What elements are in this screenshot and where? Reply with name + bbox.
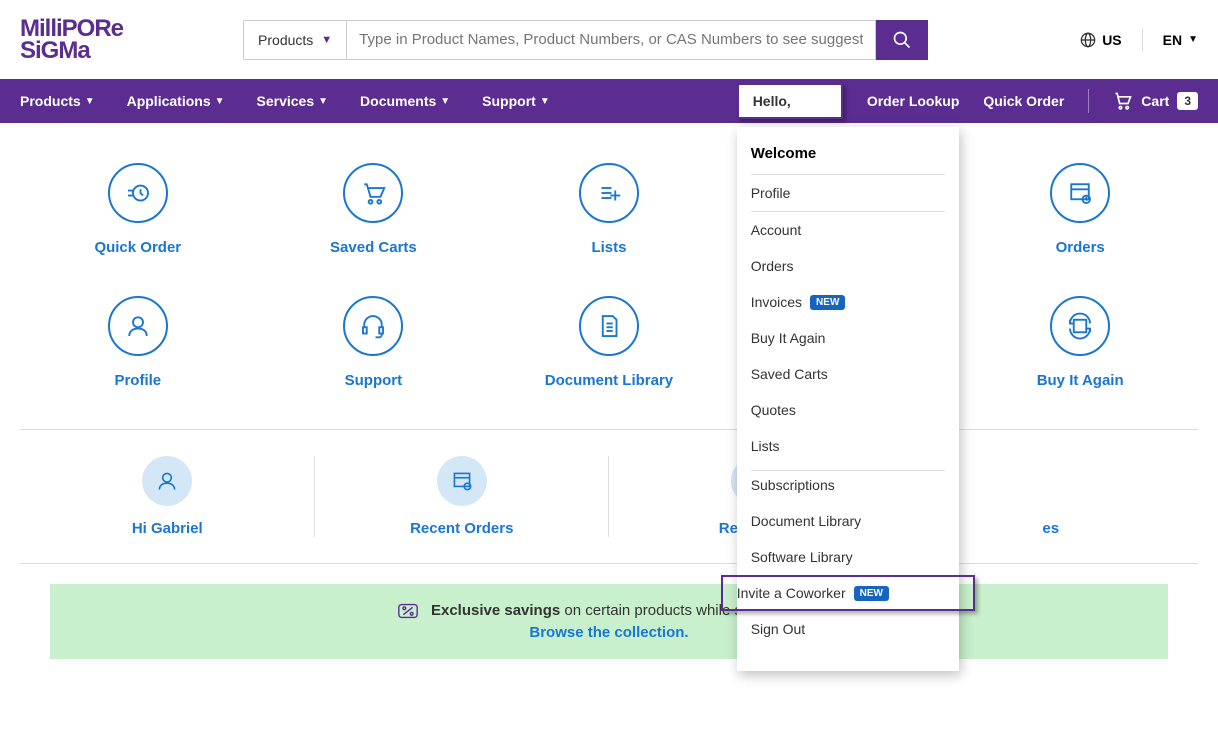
orders-icon bbox=[1050, 163, 1110, 223]
search-bar: Products ▼ bbox=[243, 20, 928, 60]
tile-label: Quick Order bbox=[94, 239, 181, 256]
cart-count-badge: 3 bbox=[1177, 92, 1198, 110]
dropdown-welcome: Welcome bbox=[751, 145, 945, 175]
tile-profile[interactable]: Profile bbox=[53, 296, 223, 389]
dropdown-doc-library[interactable]: Document Library bbox=[751, 503, 945, 539]
search-button[interactable] bbox=[876, 20, 928, 60]
chevron-down-icon: ▼ bbox=[321, 34, 332, 46]
tile-label: Lists bbox=[591, 239, 626, 256]
dropdown-subscriptions[interactable]: Subscriptions bbox=[751, 470, 945, 503]
recent-orders-icon bbox=[437, 456, 487, 506]
main-content: Quick Order Saved Carts Lists Orders Pro… bbox=[0, 123, 1218, 389]
headset-icon bbox=[343, 296, 403, 356]
nav-right: Hello, Welcome Profile Account Orders In… bbox=[737, 83, 1198, 119]
dropdown-account[interactable]: Account bbox=[751, 212, 945, 248]
dropdown-lists[interactable]: Lists bbox=[751, 428, 945, 464]
tile-label: Profile bbox=[114, 372, 161, 389]
hello-label: Hello, bbox=[753, 93, 791, 109]
tile-label: Document Library bbox=[545, 372, 673, 389]
bottom-row: Hi Gabriel Recent Orders $ Recent Qu es bbox=[0, 430, 1218, 563]
tile-saved-carts[interactable]: Saved Carts bbox=[288, 163, 458, 256]
buy-again-icon bbox=[1050, 296, 1110, 356]
bottom-label: es bbox=[1042, 520, 1059, 537]
tile-support[interactable]: Support bbox=[288, 296, 458, 389]
nav-left: Products▼ Applications▼ Services▼ Docume… bbox=[20, 93, 550, 109]
tile-label: Saved Carts bbox=[330, 239, 417, 256]
chevron-down-icon: ▼ bbox=[318, 96, 328, 107]
dropdown-quotes[interactable]: Quotes bbox=[751, 392, 945, 428]
banner-bold: Exclusive savings bbox=[431, 602, 560, 619]
language-selector[interactable]: EN ▼ bbox=[1163, 32, 1198, 48]
banner-text: Exclusive savings on certain products wh… bbox=[68, 602, 1150, 620]
list-icon bbox=[579, 163, 639, 223]
cart-icon bbox=[343, 163, 403, 223]
tile-label: Support bbox=[345, 372, 403, 389]
tile-quick-order[interactable]: Quick Order bbox=[53, 163, 223, 256]
nav-support[interactable]: Support▼ bbox=[482, 93, 550, 109]
cart-label: Cart bbox=[1141, 93, 1169, 109]
search-icon bbox=[892, 30, 912, 50]
header: MilliPORe SiGMa Products ▼ US EN ▼ bbox=[0, 0, 1218, 79]
search-category-dropdown[interactable]: Products ▼ bbox=[243, 20, 346, 60]
banner-link[interactable]: Browse the collection. bbox=[68, 624, 1150, 641]
chevron-down-icon: ▼ bbox=[1188, 34, 1198, 45]
nav-products[interactable]: Products▼ bbox=[20, 93, 95, 109]
nav-order-lookup[interactable]: Order Lookup bbox=[867, 93, 960, 109]
search-input[interactable] bbox=[346, 20, 876, 60]
quick-order-icon bbox=[108, 163, 168, 223]
new-badge: NEW bbox=[854, 586, 889, 601]
country-label: US bbox=[1102, 32, 1121, 48]
profile-icon bbox=[108, 296, 168, 356]
chevron-down-icon: ▼ bbox=[85, 96, 95, 107]
document-icon bbox=[579, 296, 639, 356]
tile-label: Buy It Again bbox=[1037, 372, 1124, 389]
dropdown-software-library[interactable]: Software Library bbox=[751, 539, 945, 575]
tile-row-2: Profile Support Document Library Buy It … bbox=[20, 296, 1198, 389]
dropdown-sign-out[interactable]: Sign Out bbox=[751, 611, 945, 647]
tile-label: Orders bbox=[1056, 239, 1105, 256]
locale-selector: US EN ▼ bbox=[1080, 28, 1198, 52]
tile-row-1: Quick Order Saved Carts Lists Orders bbox=[20, 163, 1198, 256]
chevron-down-icon: ▼ bbox=[440, 96, 450, 107]
tile-buy-again[interactable]: Buy It Again bbox=[995, 296, 1165, 389]
bottom-label: Hi Gabriel bbox=[132, 520, 203, 537]
divider bbox=[1142, 28, 1143, 52]
nav-applications[interactable]: Applications▼ bbox=[127, 93, 225, 109]
divider bbox=[1088, 89, 1089, 113]
dropdown-invite-coworker[interactable]: Invite a Coworker NEW bbox=[721, 575, 975, 611]
bottom-tile-user[interactable]: Hi Gabriel bbox=[20, 456, 315, 537]
search-category-label: Products bbox=[258, 32, 313, 48]
language-label: EN bbox=[1163, 32, 1182, 48]
new-badge: NEW bbox=[810, 295, 845, 310]
divider bbox=[20, 563, 1198, 564]
dropdown-invoices[interactable]: InvoicesNEW bbox=[751, 284, 945, 320]
account-menu-trigger[interactable]: Hello, bbox=[737, 83, 843, 119]
chevron-down-icon: ▼ bbox=[215, 96, 225, 107]
user-icon bbox=[142, 456, 192, 506]
dropdown-saved-carts[interactable]: Saved Carts bbox=[751, 356, 945, 392]
tile-orders[interactable]: Orders bbox=[995, 163, 1165, 256]
dropdown-buy-again[interactable]: Buy It Again bbox=[751, 320, 945, 356]
cart-button[interactable]: Cart 3 bbox=[1113, 91, 1198, 111]
globe-icon bbox=[1080, 32, 1096, 48]
country-selector[interactable]: US bbox=[1080, 32, 1121, 48]
tile-doc-library[interactable]: Document Library bbox=[524, 296, 694, 389]
dropdown-orders[interactable]: Orders bbox=[751, 248, 945, 284]
bottom-label: Recent Orders bbox=[410, 520, 513, 537]
nav-documents[interactable]: Documents▼ bbox=[360, 93, 450, 109]
logo[interactable]: MilliPORe SiGMa bbox=[20, 18, 123, 61]
nav-quick-order[interactable]: Quick Order bbox=[983, 93, 1064, 109]
tile-lists[interactable]: Lists bbox=[524, 163, 694, 256]
percent-icon bbox=[397, 602, 419, 620]
promo-banner: Exclusive savings on certain products wh… bbox=[50, 584, 1168, 659]
logo-bot: SiGMa bbox=[20, 40, 123, 62]
dropdown-profile[interactable]: Profile bbox=[751, 175, 945, 212]
main-navbar: Products▼ Applications▼ Services▼ Docume… bbox=[0, 79, 1218, 123]
account-dropdown: Welcome Profile Account Orders InvoicesN… bbox=[737, 127, 959, 671]
chevron-down-icon: ▼ bbox=[540, 96, 550, 107]
nav-services[interactable]: Services▼ bbox=[257, 93, 329, 109]
cart-icon bbox=[1113, 91, 1133, 111]
bottom-tile-recent-orders[interactable]: Recent Orders bbox=[315, 456, 610, 537]
